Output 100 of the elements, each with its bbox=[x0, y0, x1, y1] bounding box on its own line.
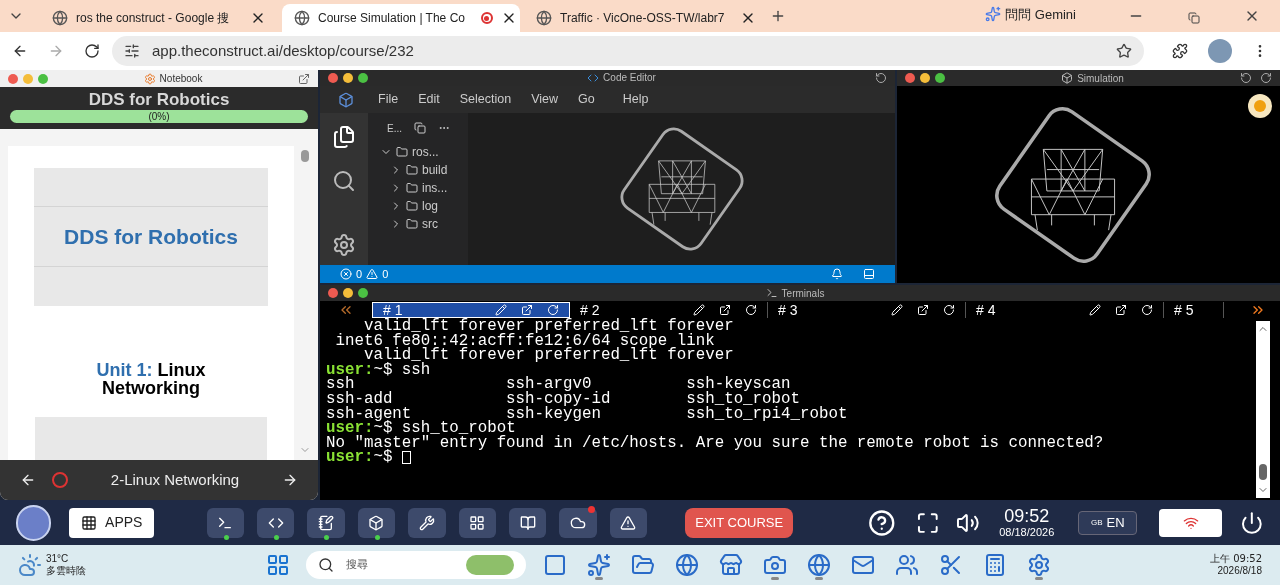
browser-tab[interactable]: Course Simulation | The Co bbox=[282, 4, 520, 32]
address-bar[interactable]: app.theconstruct.ai/desktop/course/232 bbox=[112, 36, 1144, 66]
store-icon bbox=[719, 553, 743, 577]
fullscreen-icon[interactable] bbox=[915, 510, 940, 535]
popout-icon[interactable] bbox=[719, 304, 731, 316]
weather-icon bbox=[18, 553, 42, 577]
browser-tab[interactable]: ros the construct - Google 搜 bbox=[40, 4, 278, 32]
connection-button[interactable] bbox=[1159, 508, 1223, 537]
menu-item[interactable]: Go bbox=[578, 90, 595, 109]
refresh-icon[interactable] bbox=[1260, 72, 1272, 84]
back-icon[interactable] bbox=[12, 43, 28, 59]
weather-text: 多雲時陰 bbox=[46, 565, 86, 578]
dock-app-button[interactable] bbox=[458, 507, 496, 538]
dock-app-button[interactable] bbox=[559, 507, 597, 538]
temperature: 31°C bbox=[46, 552, 70, 565]
profile-avatar[interactable] bbox=[1208, 39, 1232, 63]
language-button[interactable]: GB EN bbox=[1078, 510, 1138, 535]
popout-icon[interactable] bbox=[1115, 304, 1127, 316]
task-view-icon bbox=[543, 553, 567, 577]
tree-item[interactable]: log bbox=[368, 197, 468, 216]
scroll-thumb[interactable] bbox=[1259, 464, 1267, 480]
terminal-tab[interactable]: # 3 bbox=[768, 302, 966, 318]
terminal-tab[interactable]: # 5 bbox=[1164, 302, 1224, 318]
restore-icon[interactable] bbox=[1188, 12, 1200, 24]
edit-icon[interactable] bbox=[495, 304, 507, 316]
popout-icon[interactable] bbox=[521, 304, 533, 316]
dock-app-button[interactable] bbox=[508, 507, 547, 538]
site-icon bbox=[536, 10, 552, 26]
dock-app-button[interactable] bbox=[206, 507, 244, 538]
dock-app-button[interactable] bbox=[307, 507, 345, 538]
menu-item[interactable]: Edit bbox=[418, 90, 440, 109]
new-tab-icon[interactable] bbox=[770, 8, 786, 24]
window-title: Notebook bbox=[159, 72, 203, 86]
notification-icon[interactable] bbox=[831, 268, 843, 281]
clock-date: 08/18/2026 bbox=[999, 527, 1055, 538]
error-count: 0 bbox=[356, 266, 363, 282]
window-title: Code Editor bbox=[603, 71, 656, 86]
dock-app-button[interactable] bbox=[609, 507, 648, 538]
prompt-line: user:~$ bbox=[326, 450, 1256, 465]
folder-icon bbox=[406, 218, 418, 231]
apps-button[interactable]: APPS bbox=[69, 507, 155, 538]
search-icon bbox=[318, 557, 334, 573]
error-icon bbox=[340, 268, 352, 281]
cube-icon bbox=[1061, 72, 1074, 84]
terminal-tab[interactable]: # 2 bbox=[570, 302, 768, 318]
logo-icon[interactable] bbox=[16, 504, 52, 541]
scroll-thumb[interactable] bbox=[301, 150, 309, 162]
start-icon[interactable] bbox=[266, 553, 290, 577]
browser-icon bbox=[807, 553, 831, 577]
exit-course-button[interactable]: EXIT COURSE bbox=[685, 507, 794, 538]
panel-icon[interactable] bbox=[863, 268, 875, 281]
terminal-tab[interactable]: # 4 bbox=[966, 302, 1164, 318]
tree-item[interactable]: ins... bbox=[368, 179, 468, 198]
tree-item[interactable]: build bbox=[368, 161, 468, 180]
tree-item[interactable]: ros... bbox=[368, 143, 468, 162]
terminal-tab[interactable]: # 1 bbox=[372, 302, 570, 318]
tree-item[interactable]: src bbox=[368, 215, 468, 234]
app-logo-icon bbox=[338, 91, 354, 108]
dock-app-button[interactable] bbox=[357, 507, 396, 538]
snipping-icon bbox=[939, 553, 963, 577]
folder-icon bbox=[406, 182, 418, 195]
menu-item[interactable]: Selection bbox=[459, 90, 512, 109]
tab-title: Traffic · VicOne-OSS-TW/labr7 bbox=[560, 10, 725, 27]
settings-icon[interactable] bbox=[332, 233, 356, 258]
folder-icon bbox=[396, 146, 408, 159]
collapse-icon[interactable] bbox=[414, 122, 426, 135]
site-icon bbox=[52, 10, 68, 26]
browser-tab[interactable]: Traffic · VicOne-OSS-TW/labr7 bbox=[524, 4, 762, 32]
edit-icon[interactable] bbox=[891, 304, 903, 316]
bookmark-icon[interactable] bbox=[1116, 43, 1132, 59]
edit-icon[interactable] bbox=[693, 304, 705, 316]
site-info-icon[interactable] bbox=[124, 43, 140, 59]
grid-icon bbox=[81, 514, 98, 531]
extensions-icon[interactable] bbox=[1172, 43, 1188, 59]
menu-item[interactable]: Help bbox=[622, 90, 649, 109]
people-icon bbox=[895, 553, 919, 577]
search-icon[interactable] bbox=[332, 169, 356, 194]
app-icon bbox=[763, 553, 787, 577]
alert-button[interactable] bbox=[1248, 94, 1272, 118]
power-icon[interactable] bbox=[1240, 510, 1264, 535]
menu-item[interactable]: View bbox=[531, 90, 558, 109]
dock-app-button[interactable] bbox=[408, 507, 446, 538]
reload-icon[interactable] bbox=[84, 43, 100, 59]
popout-icon[interactable] bbox=[917, 304, 929, 316]
edit-icon[interactable] bbox=[1089, 304, 1101, 316]
clock-date: 2026/8/18 bbox=[1217, 565, 1262, 578]
folder-name: log bbox=[422, 198, 438, 216]
menu-item[interactable]: File bbox=[378, 90, 399, 109]
url-text: app.theconstruct.ai/desktop/course/232 bbox=[152, 40, 415, 61]
gemini-button[interactable]: 問問 Gemini bbox=[985, 4, 1076, 24]
help-icon[interactable] bbox=[868, 508, 896, 537]
files-icon[interactable] bbox=[332, 125, 356, 150]
output-line: valid_lft forever preferred_lft forever bbox=[362, 348, 735, 363]
search-placeholder: 搜尋 bbox=[346, 556, 369, 573]
back-icon[interactable] bbox=[20, 472, 36, 488]
search-field[interactable]: 搜尋 bbox=[306, 551, 526, 579]
reload-icon[interactable] bbox=[1240, 72, 1252, 84]
forward-icon[interactable] bbox=[282, 472, 298, 488]
dock-app-button[interactable] bbox=[257, 507, 295, 538]
folder-name: ros... bbox=[412, 144, 439, 162]
